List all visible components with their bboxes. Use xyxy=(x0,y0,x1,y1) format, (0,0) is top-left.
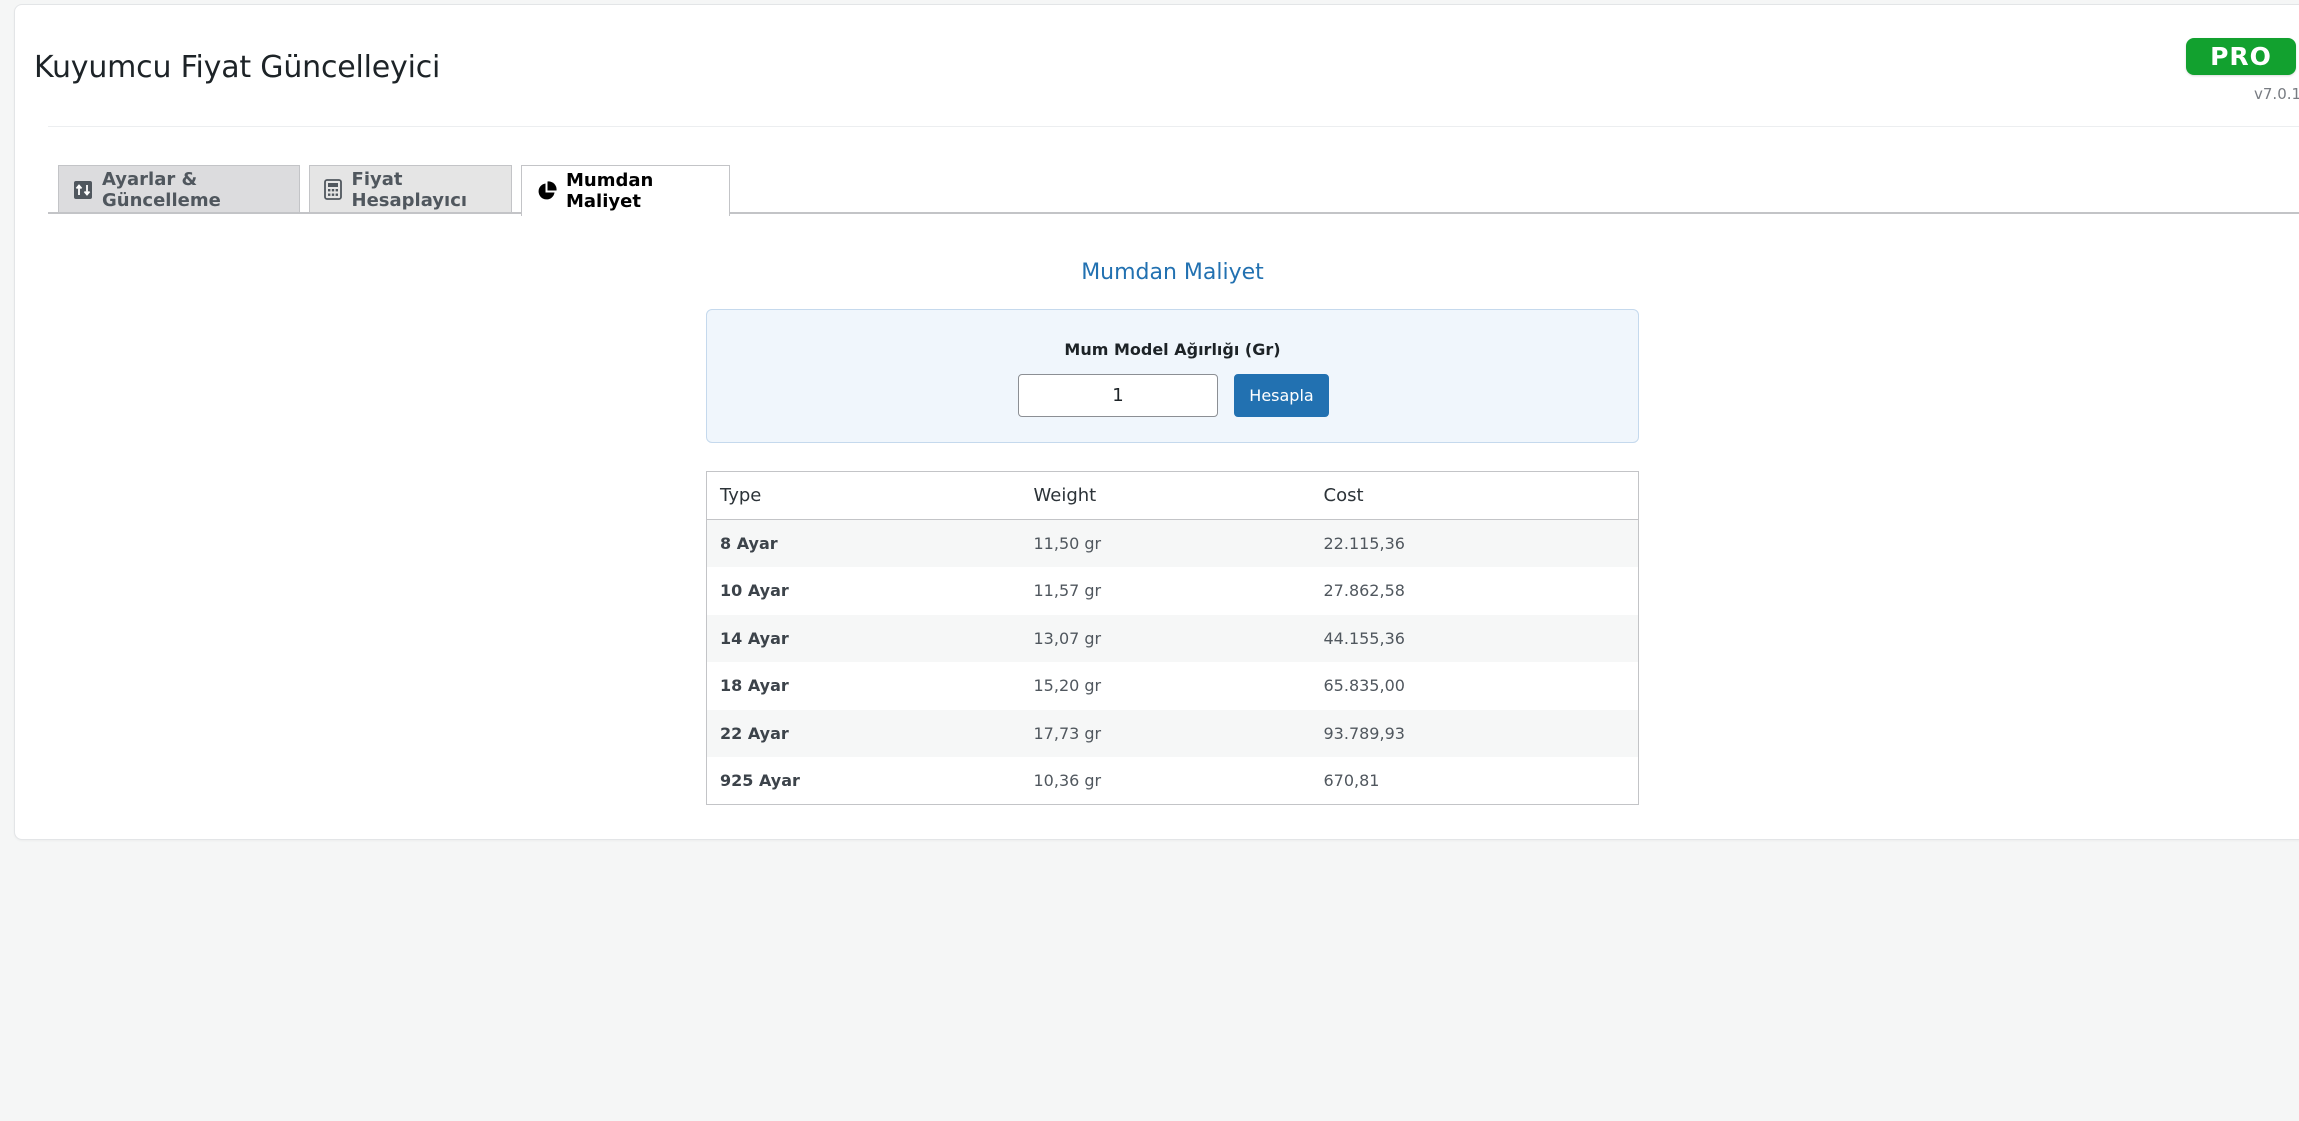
cell-cost: 44.155,36 xyxy=(1310,614,1639,662)
cell-type: 14 Ayar xyxy=(706,614,1021,662)
wax-weight-input[interactable] xyxy=(1018,374,1218,417)
pro-badge: PRO xyxy=(2186,38,2296,75)
cell-type: 18 Ayar xyxy=(720,676,789,696)
cell-weight: 13,07 gr xyxy=(1020,614,1311,662)
cell-weight: 11,50 gr xyxy=(1020,519,1311,567)
cell-cost: 670,81 xyxy=(1323,771,1380,790)
cell-weight: 10,36 gr xyxy=(1033,771,1102,790)
tabs-baseline xyxy=(48,212,2299,214)
cell-cost: 65.835,00 xyxy=(1323,676,1405,696)
cell-type: 10 Ayar xyxy=(720,581,789,601)
table-row: 8 Ayar 11,50 gr 22.115,36 xyxy=(706,519,1639,567)
section-title: Mumdan Maliyet xyxy=(1081,260,1264,285)
cell-type: 8 Ayar xyxy=(706,519,1021,567)
cell-weight: 17,73 gr xyxy=(1020,709,1311,757)
wax-calculator-box: Mum Model Ağırlığı (Gr) Hesapla xyxy=(706,309,1639,443)
header-divider xyxy=(48,126,2299,127)
calculator-icon xyxy=(324,179,343,201)
cell-cost: 93.789,93 xyxy=(1310,709,1639,757)
tab-settings[interactable]: Ayarlar & Güncelleme xyxy=(58,165,300,213)
table-row: 10 Ayar 11,57 gr 27.862,58 xyxy=(707,567,1639,615)
page-title: Kuyumcu Fiyat Güncelleyici xyxy=(34,50,441,85)
table-row: 925 Ayar 10,36 gr 670,81 xyxy=(707,757,1639,805)
cell-weight: 11,57 gr xyxy=(1033,581,1102,601)
table-row: 14 Ayar 13,07 gr 44.155,36 xyxy=(706,614,1639,662)
sort-arrows-icon xyxy=(73,179,93,201)
tab-wax-cost[interactable]: Mumdan Maliyet xyxy=(521,165,730,216)
table-row: 22 Ayar 17,73 gr 93.789,93 xyxy=(706,709,1639,757)
cost-results-table: Type Weight Cost 8 Ayar 11,50 gr 22.115,… xyxy=(706,471,1639,805)
cell-type: 22 Ayar xyxy=(706,709,1021,757)
cell-type: 925 Ayar xyxy=(720,771,800,790)
column-header-type: Type xyxy=(706,471,1021,520)
cell-weight: 15,20 gr xyxy=(1033,676,1102,696)
cell-cost: 22.115,36 xyxy=(1310,519,1639,567)
calculate-button[interactable]: Hesapla xyxy=(1234,374,1329,417)
column-header-weight: Weight xyxy=(1020,471,1311,520)
column-header-cost: Cost xyxy=(1310,471,1639,520)
pie-chart-icon xyxy=(536,180,557,202)
tab-price-calculator[interactable]: Fiyat Hesaplayıcı xyxy=(309,165,512,213)
table-row: 18 Ayar 15,20 gr 65.835,00 xyxy=(707,662,1639,710)
tab-settings-label: Ayarlar & Güncelleme xyxy=(102,168,221,211)
wax-weight-label: Mum Model Ağırlığı (Gr) xyxy=(1064,340,1281,359)
table-header-row: Type Weight Cost xyxy=(706,471,1639,520)
version-label: v7.0.1 xyxy=(2254,85,2299,103)
tab-wax-cost-label: Mumdan Maliyet xyxy=(566,170,654,212)
tab-price-calculator-label: Fiyat Hesaplayıcı xyxy=(351,168,468,211)
cell-cost: 27.862,58 xyxy=(1323,581,1405,601)
